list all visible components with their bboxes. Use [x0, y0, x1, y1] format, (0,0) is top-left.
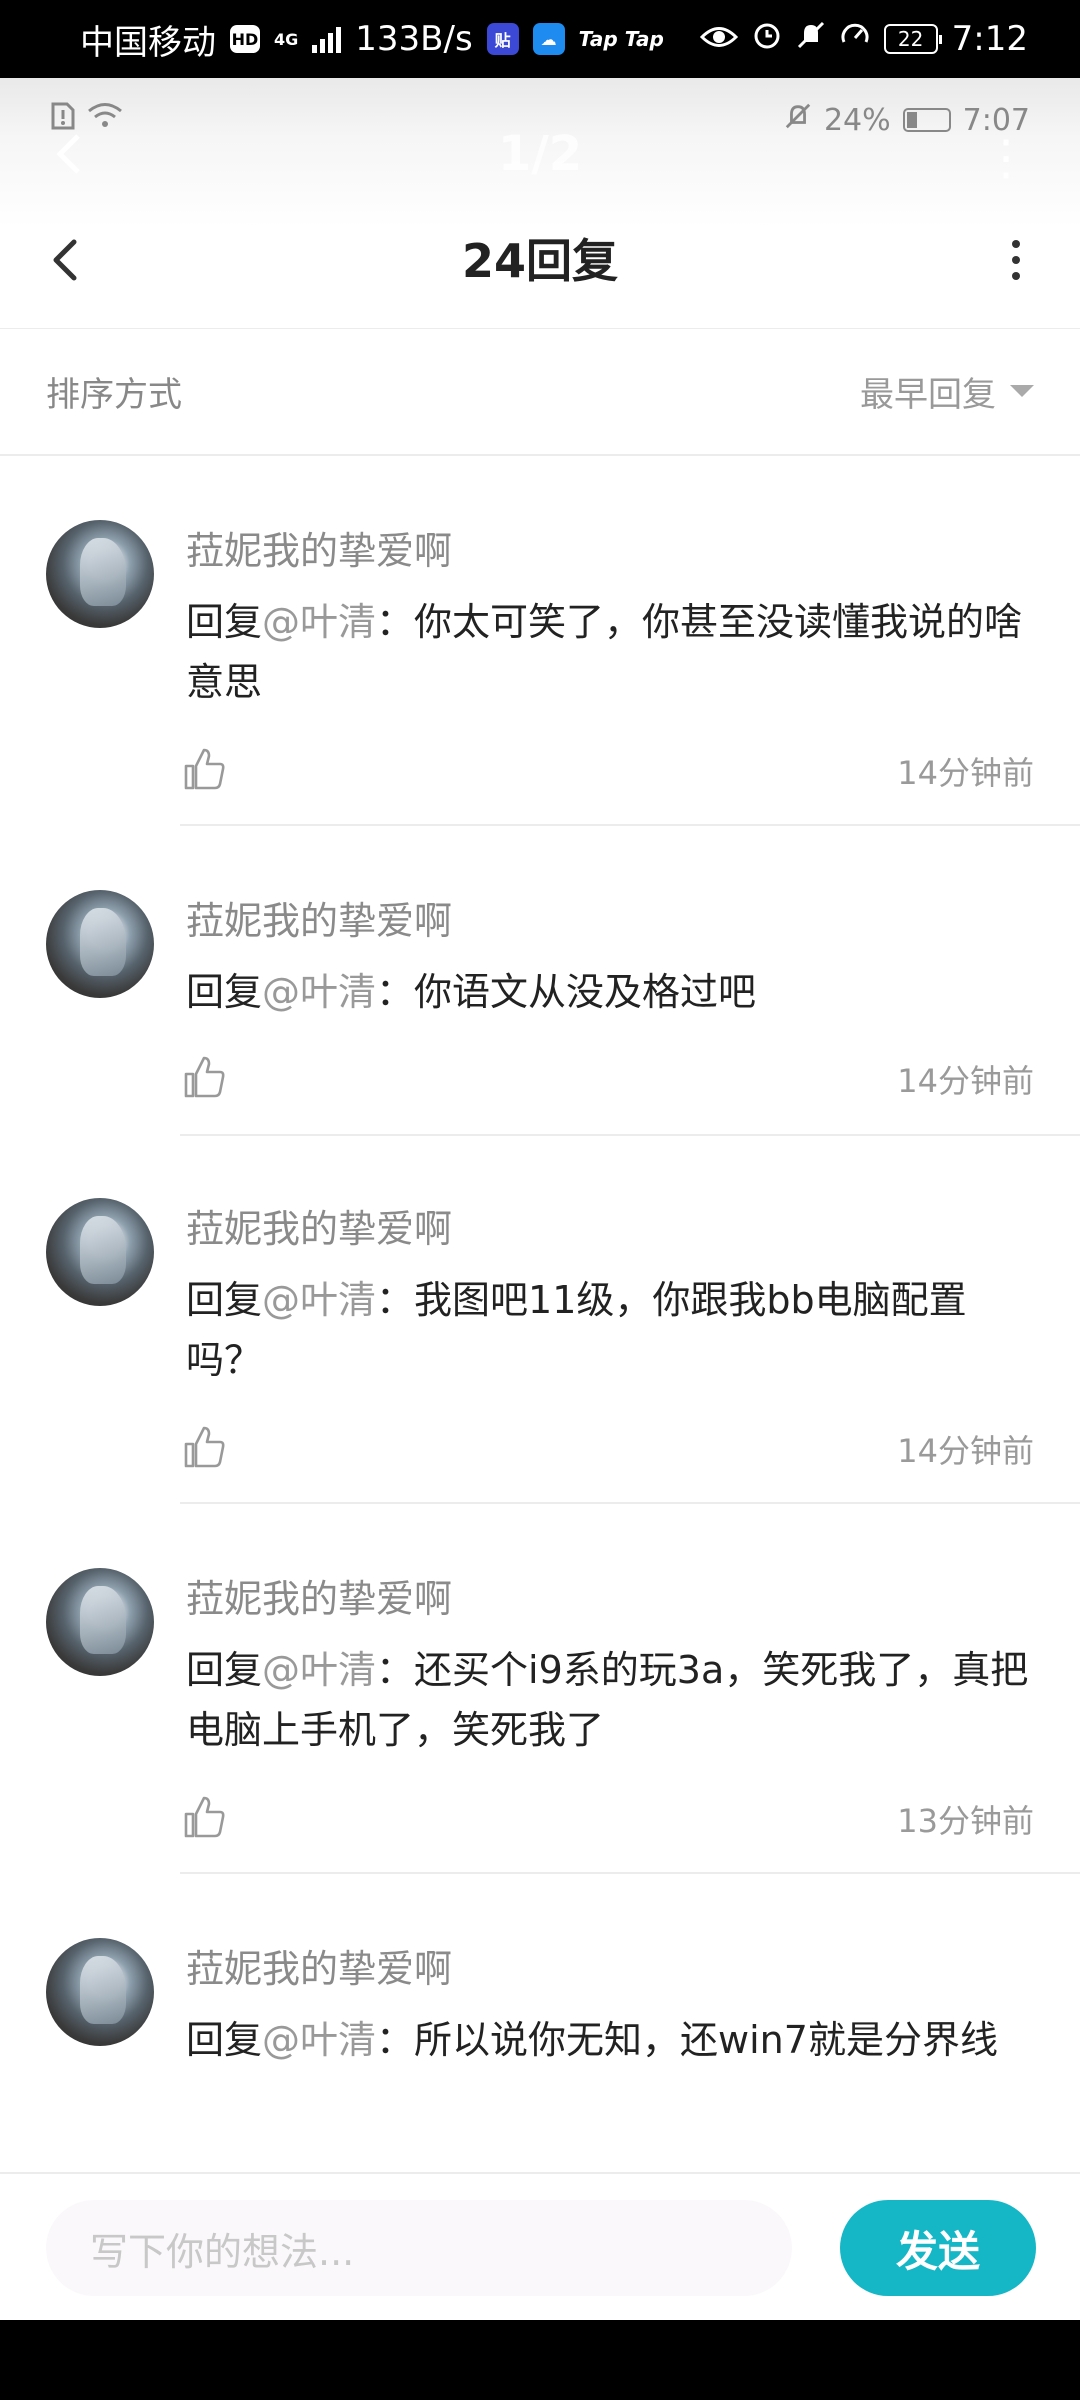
taptap-app-icon: Tap Tap — [579, 23, 664, 55]
reply-time: 13分钟前 — [897, 1802, 1034, 1840]
avatar[interactable] — [46, 890, 154, 998]
reply-author[interactable]: 菈妮我的挚爱啊 — [186, 1938, 452, 1993]
system-status-bar: 中国移动 HD 4G 133B/s 贴 ☁ Tap Tap 22 7:12 — [0, 0, 1080, 78]
reply-author[interactable]: 菈妮我的挚爱啊 — [186, 520, 452, 575]
reply-colon: ： — [376, 1648, 415, 1692]
ghost-more-icon: ⋮ — [982, 130, 1030, 186]
reply-colon: ： — [376, 2018, 415, 2062]
reply-item[interactable]: 菈妮我的挚爱啊 回复@叶清：所以说你无知，还win7就是分界线 — [0, 1876, 1080, 2216]
composer-bar: 写下你的想法... 发送 — [0, 2172, 1080, 2322]
image-page-indicator: 1/2 — [497, 126, 583, 182]
reply-list: 菈妮我的挚爱啊 回复@叶清：你太可笑了，你甚至没读懂我说的啥意思 14分钟前 菈… — [0, 458, 1080, 2216]
reply-content: 回复@叶清：还买个i9系的玩3a，笑死我了，真把电脑上手机了，笑死我了 — [186, 1640, 1036, 1760]
title-bar: 24回复 — [0, 198, 1080, 318]
sort-label: 排序方式 — [46, 374, 182, 415]
reply-text: 所以说你无知，还win7就是分界线 — [414, 2018, 998, 2062]
reply-content: 回复@叶清：我图吧11级，你跟我bb电脑配置吗？ — [186, 1270, 1036, 1390]
reply-item[interactable]: 菈妮我的挚爱啊 回复@叶清：我图吧11级，你跟我bb电脑配置吗？ 14分钟前 — [0, 1136, 1080, 1506]
back-arrow-icon[interactable] — [44, 236, 92, 284]
cloud-app-icon: ☁ — [532, 23, 565, 55]
more-vertical-icon[interactable] — [996, 236, 1036, 284]
avatar[interactable] — [46, 1198, 154, 1306]
clock: 7:12 — [951, 19, 1028, 59]
divider — [180, 1872, 1080, 1874]
reply-author[interactable]: 菈妮我的挚爱啊 — [186, 1198, 452, 1253]
hd-badge: HD — [230, 25, 260, 53]
sort-selected-value: 最早回复 — [860, 374, 996, 415]
reply-prefix: 回复 — [186, 1648, 263, 1692]
thumbs-up-icon[interactable] — [182, 746, 228, 792]
reply-item[interactable]: 菈妮我的挚爱啊 回复@叶清：你太可笑了，你甚至没读懂我说的啥意思 14分钟前 — [0, 458, 1080, 828]
reply-colon: ： — [376, 970, 415, 1014]
thumbs-up-icon[interactable] — [182, 1054, 228, 1100]
reply-item[interactable]: 菈妮我的挚爱啊 回复@叶清：还买个i9系的玩3a，笑死我了，真把电脑上手机了，笑… — [0, 1506, 1080, 1876]
reply-prefix: 回复 — [186, 2018, 263, 2062]
taptap-label-2: Tap — [624, 27, 664, 51]
reply-colon: ： — [376, 600, 415, 644]
reply-time: 14分钟前 — [897, 1432, 1034, 1470]
send-button[interactable]: 发送 — [840, 2200, 1036, 2296]
reply-author[interactable]: 菈妮我的挚爱啊 — [186, 1568, 452, 1623]
taptap-label-1: Tap — [578, 27, 618, 51]
reply-mention[interactable]: @叶清 — [262, 1648, 376, 1692]
avatar[interactable] — [46, 520, 154, 628]
network-speed: 133B/s — [355, 19, 473, 59]
alarm-icon — [752, 19, 782, 59]
mute-icon — [796, 19, 826, 59]
divider — [180, 1502, 1080, 1504]
reply-colon: ： — [376, 1278, 415, 1322]
reply-mention[interactable]: @叶清 — [262, 600, 376, 644]
caret-down-icon — [1010, 385, 1034, 397]
header-area: 24% 7:07 1/2 ⋮ 24回复 — [0, 78, 1080, 329]
reply-time: 14分钟前 — [897, 754, 1034, 792]
eye-icon — [699, 19, 738, 59]
page-title: 24回复 — [461, 234, 618, 288]
reply-content: 回复@叶清：你语文从没及格过吧 — [186, 962, 1036, 1022]
reply-prefix: 回复 — [186, 970, 263, 1014]
network-type: 4G — [274, 29, 299, 49]
reply-time: 14分钟前 — [897, 1062, 1034, 1100]
divider — [180, 824, 1080, 826]
carrier-label: 中国移动 — [80, 22, 216, 63]
reply-content: 回复@叶清：所以说你无知，还win7就是分界线 — [186, 2010, 1036, 2070]
speedometer-icon — [840, 19, 870, 59]
tieba-app-icon: 贴 — [486, 23, 519, 55]
reply-author[interactable]: 菈妮我的挚爱啊 — [186, 890, 452, 945]
reply-input[interactable]: 写下你的想法... — [46, 2200, 792, 2296]
navigation-bar — [0, 2320, 1080, 2400]
avatar[interactable] — [46, 1568, 154, 1676]
sort-dropdown[interactable]: 最早回复 — [860, 367, 1034, 416]
reply-prefix: 回复 — [186, 600, 263, 644]
thumbs-up-icon[interactable] — [182, 1794, 228, 1840]
avatar[interactable] — [46, 1938, 154, 2046]
reply-content: 回复@叶清：你太可笑了，你甚至没读懂我说的啥意思 — [186, 592, 1036, 712]
sort-row: 排序方式 最早回复 — [0, 328, 1080, 456]
thumbs-up-icon[interactable] — [182, 1424, 228, 1470]
reply-mention[interactable]: @叶清 — [262, 1278, 376, 1322]
reply-text: 你语文从没及格过吧 — [414, 970, 757, 1014]
reply-prefix: 回复 — [186, 1278, 263, 1322]
signal-icon — [312, 25, 342, 53]
reply-mention[interactable]: @叶清 — [262, 2018, 376, 2062]
battery-icon: 22 — [883, 24, 942, 54]
reply-mention[interactable]: @叶清 — [262, 970, 376, 1014]
